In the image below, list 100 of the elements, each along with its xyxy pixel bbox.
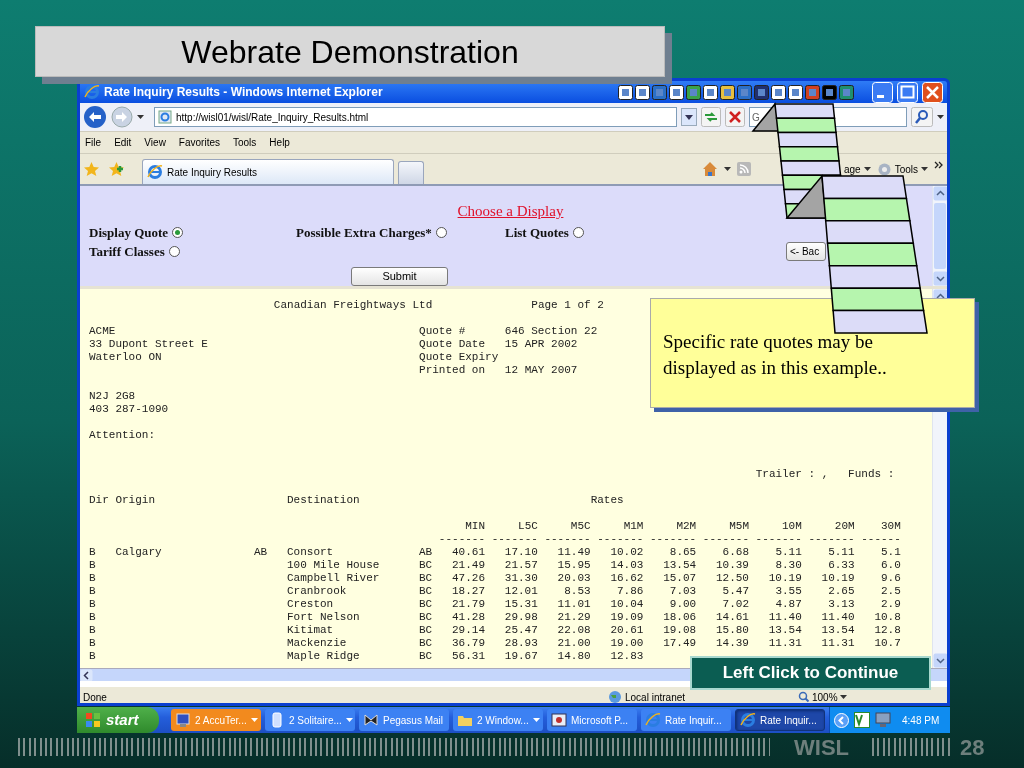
table-cell-text: 20.03 [556, 572, 591, 585]
table-cell-text: 21.49 [451, 559, 485, 572]
menu-item[interactable]: Tools [233, 135, 257, 150]
menu-item[interactable]: Help [269, 135, 290, 150]
caret-icon[interactable] [137, 115, 144, 119]
scroll-down-arrow[interactable] [933, 271, 947, 286]
browser-tab[interactable]: Rate Inquiry Results [142, 159, 394, 184]
choose-display-link[interactable]: Choose a Display [457, 200, 564, 223]
table-cell-text: 5.1 [879, 546, 901, 559]
table-cell-text: 2.9 [879, 598, 901, 611]
table-cell-text: 13.54 [767, 624, 802, 637]
dropdown-button[interactable] [680, 108, 697, 126]
column-header: 10M [781, 520, 802, 533]
maximize-button[interactable] [897, 81, 918, 103]
app-icon[interactable] [703, 84, 718, 100]
caret-icon[interactable] [723, 167, 731, 171]
menu-item[interactable]: Edit [114, 135, 132, 150]
option-label: Possible Extra Charges* [296, 223, 432, 242]
tray-app-icon[interactable] [854, 712, 870, 728]
app-icon [551, 712, 567, 728]
caret-icon[interactable] [937, 115, 944, 119]
radio-button[interactable] [168, 246, 180, 258]
continue-button[interactable]: Left Click to Continue [690, 656, 931, 690]
table-cell: BC [419, 611, 433, 624]
table-cell-text: 19.09 [609, 611, 644, 624]
header-rule: ------- [596, 533, 644, 546]
table-cell-text: 6.68 [721, 546, 749, 559]
header-rule: ------- [754, 533, 802, 546]
page-menu[interactable]: age [843, 161, 871, 177]
caret-icon[interactable] [863, 167, 871, 171]
caret-icon[interactable] [839, 695, 847, 699]
windows-flag-icon [85, 712, 101, 728]
app-icon[interactable] [788, 84, 803, 100]
scroll-down-arrow[interactable] [933, 653, 947, 668]
table-cell-text: 7.86 [616, 585, 644, 598]
table-cell-text: 6.33 [827, 559, 855, 572]
submit-button[interactable]: Submit [351, 266, 448, 286]
app-icon[interactable] [771, 84, 786, 100]
app-icon[interactable] [669, 84, 684, 100]
table-cell: BC [419, 585, 433, 598]
table-cell-text: 11.40 [767, 611, 802, 624]
app-icon [269, 712, 285, 728]
radio-button[interactable] [572, 226, 584, 238]
scroll-up-arrow[interactable] [933, 186, 947, 201]
table-cell-text: 5.11 [827, 546, 855, 559]
app-icon[interactable] [618, 84, 633, 100]
column-header: M2M [675, 520, 697, 533]
menu-item[interactable]: Favorites [178, 135, 220, 150]
chevron-icon[interactable] [934, 161, 943, 169]
close-button[interactable] [922, 81, 943, 103]
radio-button[interactable] [435, 226, 447, 238]
table-cell-text: 11.31 [767, 637, 802, 650]
table-cell-text: 4.87 [774, 598, 802, 611]
taskbar-button[interactable]: 2 Solitaire... [265, 709, 355, 731]
expand-tray-icon[interactable] [834, 712, 849, 728]
minimize-button[interactable] [872, 81, 893, 103]
home-icon[interactable] [701, 161, 718, 177]
menu-item[interactable]: View [144, 135, 166, 150]
app-icon[interactable] [635, 84, 650, 100]
stop-icon[interactable] [724, 107, 745, 127]
app-icon [175, 712, 191, 728]
horizontal-scrollbar[interactable] [80, 668, 686, 681]
table-cell-text: B [89, 572, 97, 585]
search-button[interactable] [911, 107, 933, 127]
table-cell-text: 11.01 [556, 598, 591, 611]
radio-button[interactable] [172, 226, 184, 238]
table-cell-text: AB [254, 546, 269, 559]
taskbar-button[interactable]: Rate Inquir... [641, 709, 731, 731]
table-cell-text: Calgary [115, 546, 163, 559]
table-cell-text: 14.61 [714, 611, 749, 624]
table-cell-text: 15.95 [556, 559, 591, 572]
field-value: 12 MAY 2007 [504, 364, 578, 377]
tools-menu[interactable]: Tools [876, 161, 928, 177]
app-icon[interactable] [720, 84, 735, 100]
taskbar-button[interactable]: Pegasus Mail [359, 709, 449, 731]
zoom-control[interactable]: 100% [798, 689, 847, 703]
table-cell-text: Campbell River [287, 572, 381, 585]
table-cell-text: B [89, 546, 97, 559]
column-header: Destination [287, 494, 361, 507]
page-count: Page 1 of 2 [531, 299, 604, 312]
star-icon[interactable] [84, 161, 99, 177]
header-rule: ------- [543, 533, 591, 546]
table-cell-text: 3.13 [827, 598, 855, 611]
taskbar-button[interactable]: Microsoft P... [547, 709, 637, 731]
table-cell-text: 15.31 [503, 598, 538, 611]
browser-icon [147, 164, 163, 180]
footer-brand: WISL [794, 733, 850, 762]
taskbar-button[interactable]: 2 Window... [453, 709, 543, 731]
add-favorite-icon[interactable] [109, 161, 124, 177]
back-button[interactable] [83, 105, 107, 129]
back-button[interactable]: <- Bac [786, 242, 826, 262]
vertical-scrollbar[interactable] [932, 186, 947, 286]
address-field[interactable]: http://wisl01/wisl/Rate_Inquiry_Results.html [154, 107, 677, 127]
menu-item[interactable]: File [85, 135, 102, 150]
table-cell-text: 36.79 [451, 637, 485, 650]
header-rule: ------- [701, 533, 750, 546]
table-cell-text: 41.28 [451, 611, 485, 624]
caret-icon[interactable] [921, 167, 928, 171]
taskbar-button[interactable]: Rate Inquir... [735, 709, 825, 731]
table-cell-text: 47.26 [451, 572, 485, 585]
